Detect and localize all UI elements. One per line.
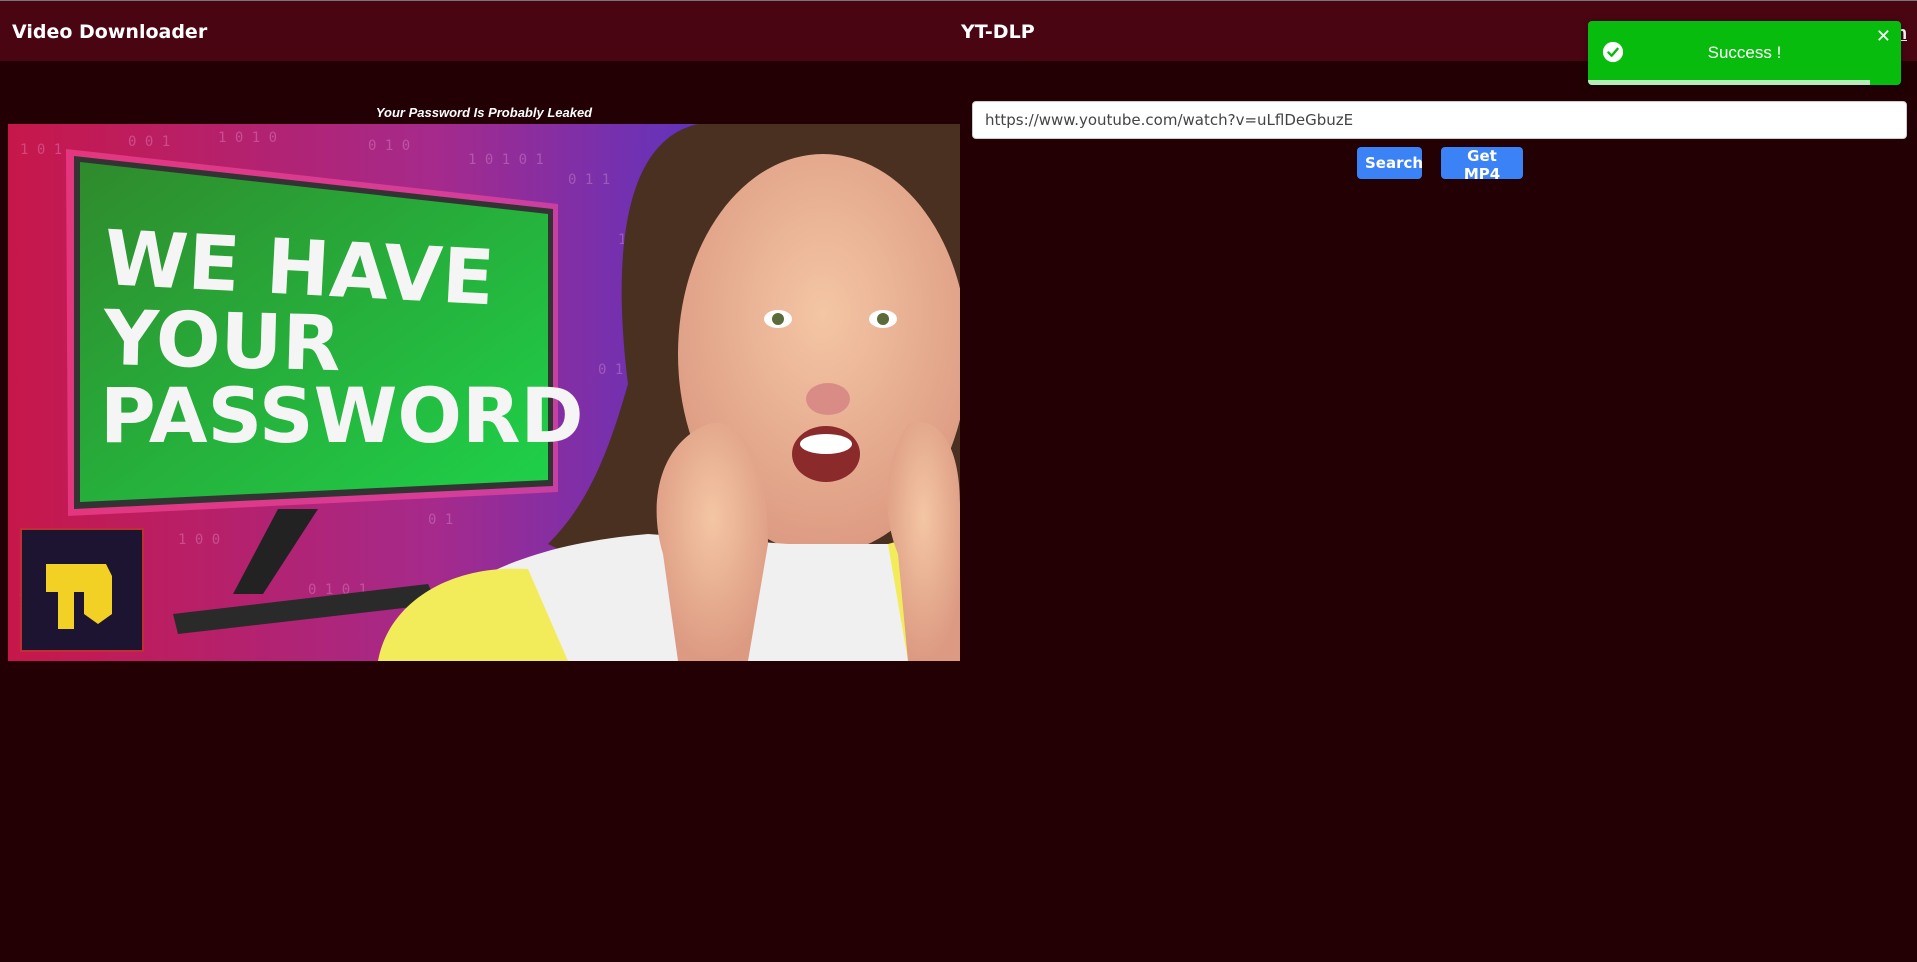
svg-text:1 0 1: 1 0 1 xyxy=(20,142,62,158)
url-input[interactable] xyxy=(972,101,1907,139)
toast-progress-bar xyxy=(1588,80,1870,85)
svg-text:0 1: 0 1 xyxy=(428,512,453,528)
brand-title[interactable]: Video Downloader xyxy=(12,21,207,43)
video-thumbnail: 1 0 1 0 0 1 1 0 1 0 0 1 0 1 0 1 0 1 0 1 1 1… xyxy=(8,124,960,661)
svg-text:1 0 0: 1 0 0 xyxy=(178,532,220,548)
success-toast[interactable]: Success ! ✕ xyxy=(1588,21,1901,85)
svg-text:0 1 0: 0 1 0 xyxy=(368,138,410,154)
svg-text:0 0 1: 0 0 1 xyxy=(128,134,170,150)
close-icon[interactable]: ✕ xyxy=(1876,27,1891,45)
svg-text:0 1 1: 0 1 1 xyxy=(568,172,610,188)
toast-message: Success ! xyxy=(1707,43,1782,62)
video-title: Your Password Is Probably Leaked xyxy=(375,105,593,120)
search-button[interactable]: Search xyxy=(1357,147,1423,179)
get-mp4-button[interactable]: Get MP4 xyxy=(1441,147,1523,183)
app-title: YT-DLP xyxy=(961,21,1035,43)
svg-text:1 0 1 0 1: 1 0 1 0 1 xyxy=(468,152,544,168)
thumbnail-image: 1 0 1 0 0 1 1 0 1 0 0 1 0 1 0 1 0 1 0 1 1 1… xyxy=(8,124,960,661)
svg-text:1 0 1 0: 1 0 1 0 xyxy=(218,130,277,146)
thumbnail-headline-3: PASSWORD xyxy=(100,371,584,460)
